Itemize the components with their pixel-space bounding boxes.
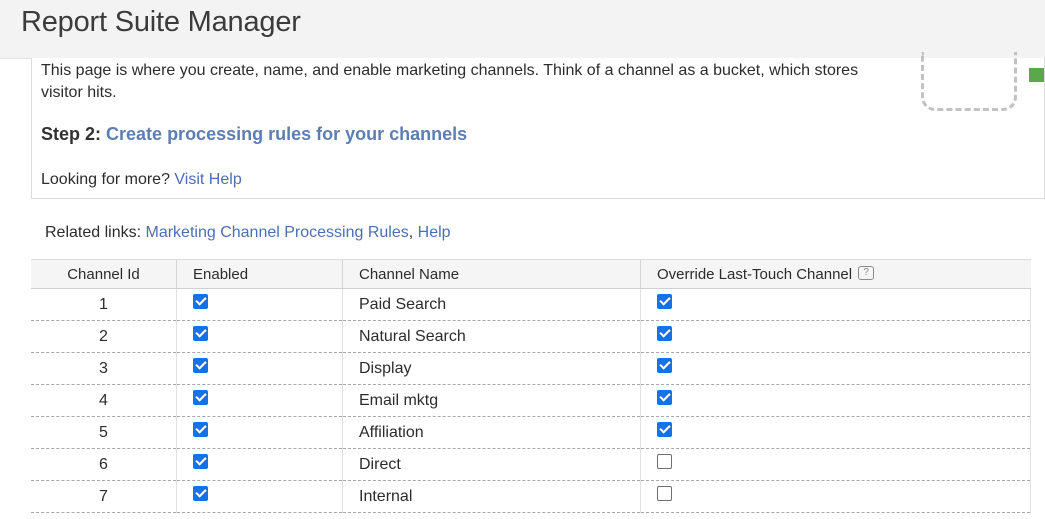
channel-id-cell: 6 — [31, 448, 177, 481]
override-checkbox[interactable] — [657, 389, 672, 405]
override-cell — [640, 352, 1031, 385]
table-row: 6 Direct — [31, 448, 1031, 481]
enabled-cell — [176, 416, 343, 449]
visit-help-link[interactable]: Visit Help — [174, 171, 241, 188]
table-row: 5 Affiliation — [31, 416, 1031, 449]
channels-table: Channel Id Enabled Channel Name Override… — [31, 259, 1031, 513]
channel-id-cell: 4 — [31, 384, 177, 417]
override-cell — [640, 448, 1031, 481]
channel-name-cell: Paid Search — [342, 288, 641, 321]
table-row: 7 Internal — [31, 480, 1031, 513]
enabled-checkbox[interactable] — [193, 325, 208, 341]
enabled-cell — [176, 320, 343, 353]
help-related-link[interactable]: Help — [418, 224, 451, 241]
channel-name-cell: Affiliation — [342, 416, 641, 449]
channel-id-cell: 5 — [31, 416, 177, 449]
related-label: Related links: — [45, 224, 142, 241]
channel-id-cell: 1 — [31, 288, 177, 321]
table-row: 3 Display — [31, 352, 1031, 385]
header-override-label: Override Last-Touch Channel — [657, 265, 853, 283]
channel-name-cell: Direct — [342, 448, 641, 481]
enabled-cell — [176, 448, 343, 481]
enabled-cell — [176, 384, 343, 417]
override-checkbox[interactable] — [657, 421, 672, 437]
table-row: 4 Email mktg — [31, 384, 1031, 417]
green-indicator — [1029, 68, 1044, 82]
enabled-checkbox[interactable] — [193, 357, 208, 373]
override-cell — [640, 384, 1031, 417]
related-separator: , — [408, 224, 414, 241]
illustration-placeholder — [921, 52, 1017, 111]
channel-name-cell: Display — [342, 352, 641, 385]
override-checkbox[interactable] — [657, 325, 672, 341]
related-links: Related links: Marketing Channel Process… — [45, 224, 451, 242]
enabled-cell — [176, 352, 343, 385]
enabled-checkbox[interactable] — [193, 389, 208, 405]
override-cell — [640, 480, 1031, 513]
enabled-checkbox[interactable] — [193, 485, 208, 501]
override-checkbox[interactable] — [657, 357, 672, 373]
step2-label: Step 2: — [41, 124, 102, 144]
processing-rules-link[interactable]: Create processing rules for your channel… — [106, 124, 467, 144]
header-enabled[interactable]: Enabled — [176, 259, 343, 289]
channel-id-cell: 3 — [31, 352, 177, 385]
header-override[interactable]: Override Last-Touch Channel? — [640, 259, 1031, 289]
enabled-checkbox[interactable] — [193, 453, 208, 469]
channel-name-cell: Email mktg — [342, 384, 641, 417]
header-channel-id[interactable]: Channel Id — [31, 259, 177, 289]
app-header: Report Suite Manager — [0, 0, 1045, 59]
header-channel-name[interactable]: Channel Name — [342, 259, 641, 289]
intro-text: This page is where you create, name, and… — [41, 62, 859, 101]
channel-id-cell: 2 — [31, 320, 177, 353]
processing-rules-related-link[interactable]: Marketing Channel Processing Rules — [146, 224, 409, 241]
enabled-checkbox[interactable] — [193, 421, 208, 437]
app-title: Report Suite Manager — [21, 6, 301, 38]
override-cell — [640, 320, 1031, 353]
override-checkbox[interactable] — [657, 485, 672, 501]
step2-heading: Step 2: Create processing rules for your… — [41, 124, 467, 145]
override-checkbox[interactable] — [657, 293, 672, 309]
table-row: 2 Natural Search — [31, 320, 1031, 353]
channel-id-cell: 7 — [31, 480, 177, 513]
enabled-cell — [176, 480, 343, 513]
channel-name-cell: Internal — [342, 480, 641, 513]
help-icon[interactable]: ? — [858, 265, 875, 280]
info-panel: This page is where you create, name, and… — [31, 52, 1045, 199]
table-header-row: Channel Id Enabled Channel Name Override… — [31, 259, 1031, 289]
enabled-checkbox[interactable] — [193, 293, 208, 309]
enabled-cell — [176, 288, 343, 321]
looking-text: Looking for more? — [41, 171, 170, 188]
override-cell — [640, 288, 1031, 321]
override-cell — [640, 416, 1031, 449]
channel-name-cell: Natural Search — [342, 320, 641, 353]
override-checkbox[interactable] — [657, 453, 672, 469]
looking-for-more: Looking for more? Visit Help — [41, 171, 242, 189]
table-row: 1 Paid Search — [31, 288, 1031, 321]
